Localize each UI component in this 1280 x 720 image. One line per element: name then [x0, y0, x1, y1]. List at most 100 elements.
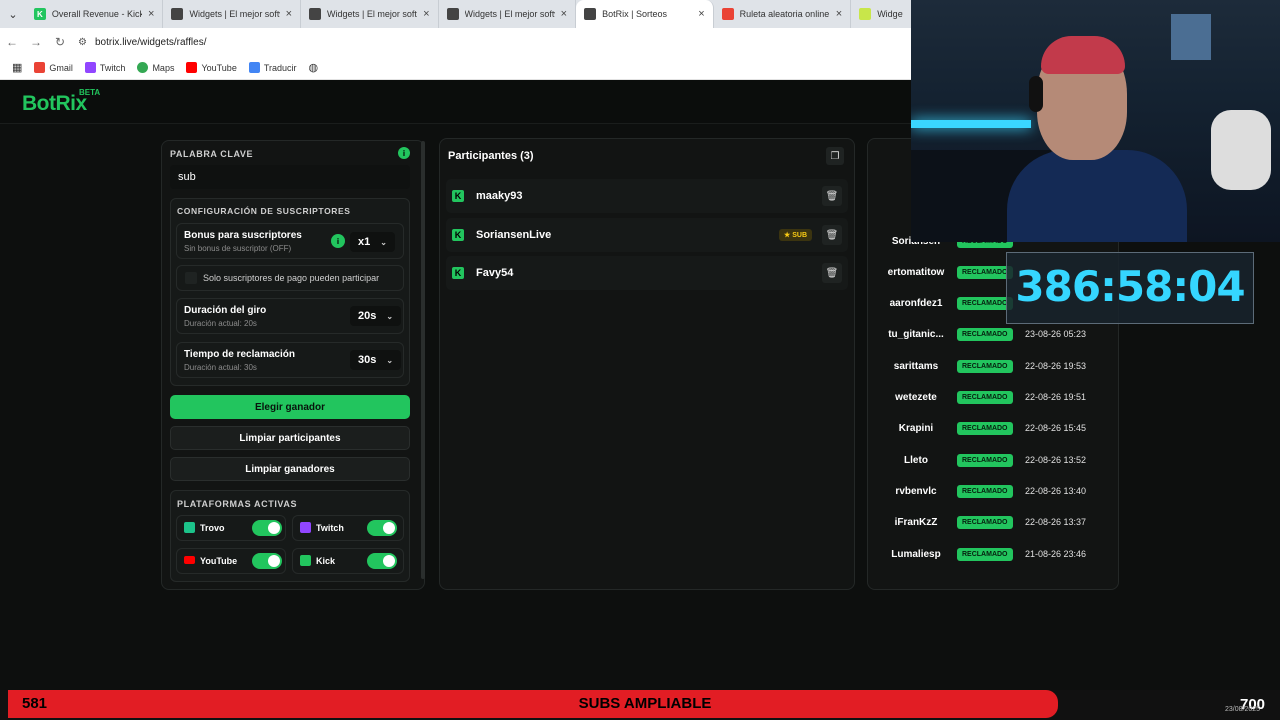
winner-date: 22-08-26 19:51: [1024, 392, 1086, 402]
back-icon[interactable]: ←: [0, 35, 24, 49]
bookmark-translate[interactable]: Traducir: [248, 62, 297, 73]
bonus-text: Bonus para suscriptores Sin bonus de sus…: [184, 230, 302, 253]
twitch-toggle[interactable]: [367, 520, 397, 536]
bonus-select[interactable]: x1 ⌄: [350, 232, 395, 252]
winner-row: Lumaliesp RECLAMADO 21-08-26 23:46: [880, 542, 1100, 566]
participant-row: K SoriansenLive ★ SUB 🗑: [446, 218, 848, 252]
claimed-badge: RECLAMADO: [957, 296, 1013, 310]
winner-name: Lumaliesp: [891, 548, 941, 560]
bookmark-maps[interactable]: Maps: [137, 62, 174, 73]
webcam-detail: [1171, 14, 1211, 60]
claimed-badge: RECLAMADO: [957, 421, 1013, 435]
claimed-badge: RECLAMADO: [957, 547, 1013, 561]
participant-name: Favy54: [476, 267, 514, 279]
bookmark-gmail[interactable]: Gmail: [34, 62, 73, 73]
winner-row: rvbenvlc RECLAMADO 22-08-26 13:40: [880, 479, 1100, 503]
close-icon[interactable]: ×: [423, 8, 429, 20]
webcam-detail: [1211, 110, 1271, 190]
wheel-favicon-icon: [721, 8, 734, 20]
winner-date: 21-08-26 23:46: [1024, 549, 1086, 559]
twitch-icon: [84, 62, 96, 73]
platform-name: Kick: [316, 556, 336, 566]
kick-icon: [300, 555, 311, 566]
participant-name: SoriansenLive: [476, 229, 552, 241]
browser-tab[interactable]: Ruleta aleatoria online - ×: [714, 0, 852, 28]
close-icon[interactable]: ×: [286, 8, 292, 20]
info-icon[interactable]: i: [398, 147, 410, 159]
botrix-favicon-icon: [171, 8, 184, 20]
close-icon[interactable]: ×: [698, 8, 704, 20]
winner-date: 22-08-26 13:37: [1024, 517, 1086, 527]
winner-date: 22-08-26 15:45: [1024, 423, 1086, 433]
spin-duration-select[interactable]: 20s ⌄: [350, 306, 402, 326]
tab-title: Overall Revenue - Kick Da: [51, 9, 142, 19]
botrix-logo[interactable]: BotRix: [22, 92, 87, 116]
kick-icon: K: [452, 190, 464, 202]
webcam-detail: [1041, 36, 1125, 74]
browser-tab[interactable]: Widgets: [851, 0, 911, 28]
claimed-badge: RECLAMADO: [957, 390, 1013, 404]
browser-tab[interactable]: Widgets | El mejor softwa ×: [439, 0, 577, 28]
clear-winners-button[interactable]: Limpiar ganadores: [170, 457, 410, 481]
forward-icon[interactable]: →: [24, 35, 48, 49]
winner-date: 22-08-26 19:53: [1024, 361, 1086, 371]
subs-goal-label: SUBS AMPLIABLE: [578, 695, 712, 712]
winner-row: iFranKzZ RECLAMADO 22-08-26 13:37: [880, 510, 1100, 534]
webcam-detail: [1029, 76, 1043, 112]
browser-tab-active[interactable]: BotRix | Sorteos ×: [576, 0, 714, 28]
tab-title: Widgets | El mejor softwa: [464, 9, 555, 19]
trash-icon[interactable]: 🗑: [822, 263, 842, 283]
winner-row: tu_gitanic... RECLAMADO 23-08-26 05:23: [880, 322, 1100, 346]
winner-date: 22-08-26 13:40: [1024, 486, 1086, 496]
browser-tab[interactable]: K Overall Revenue - Kick Da ×: [26, 0, 164, 28]
bonus-title: Bonus para suscriptores: [184, 230, 302, 241]
close-icon[interactable]: ×: [836, 8, 842, 20]
address-bar: ← → ↻ ⚙ botrix.live/widgets/raffles/: [0, 28, 911, 56]
botrix-favicon-icon: [446, 8, 459, 20]
winner-name: iFranKzZ: [894, 516, 938, 528]
bonus-value: x1: [358, 236, 371, 248]
kick-icon: K: [452, 229, 464, 241]
twitch-icon: [300, 522, 311, 533]
browser-tab[interactable]: Widgets | El mejor softwa ×: [163, 0, 301, 28]
copy-icon[interactable]: ❐: [826, 147, 844, 165]
winner-name: aaronfdez1: [889, 297, 943, 309]
youtube-toggle[interactable]: [252, 553, 282, 569]
trovo-toggle[interactable]: [252, 520, 282, 536]
browser-tab[interactable]: Widgets | El mejor softwa ×: [301, 0, 439, 28]
close-icon[interactable]: ×: [148, 8, 154, 20]
participant-name: maaky93: [476, 190, 523, 202]
claim-subtitle: Duración actual: 30s: [184, 363, 257, 372]
reload-icon[interactable]: ↻: [48, 35, 72, 49]
bookmark-youtube[interactable]: YouTube: [186, 62, 237, 73]
browser-tab-strip: ⌄ K Overall Revenue - Kick Da × Widgets …: [0, 0, 911, 28]
globe-icon[interactable]: ◍: [309, 61, 319, 74]
bonus-info-icon[interactable]: i: [331, 234, 345, 248]
winner-date: 23-08-26 05:23: [1024, 329, 1086, 339]
site-settings-icon[interactable]: ⚙: [78, 37, 87, 48]
botrix-favicon-icon: [309, 8, 321, 20]
bookmark-twitch[interactable]: Twitch: [84, 62, 125, 73]
trash-icon[interactable]: 🗑: [822, 186, 842, 206]
url-field[interactable]: ⚙ botrix.live/widgets/raffles/: [78, 37, 207, 48]
spin-value: 20s: [358, 310, 377, 322]
tab-title: Widgets: [877, 9, 903, 19]
claim-time-select[interactable]: 30s ⌄: [350, 350, 402, 370]
settings-scrollbar[interactable]: [421, 141, 425, 579]
participant-row: K maaky93 🗑: [446, 179, 848, 213]
keyword-input[interactable]: sub: [170, 165, 410, 189]
apps-icon[interactable]: ▦: [12, 61, 22, 74]
winner-row: wetezete RECLAMADO 22-08-26 19:51: [880, 385, 1100, 409]
sub-badge-text: SUB: [792, 232, 807, 239]
tab-title: Widgets | El mejor softwa: [189, 9, 280, 19]
youtube-icon: [184, 556, 195, 564]
paid-only-checkbox[interactable]: [185, 272, 197, 284]
claim-title: Tiempo de reclamación: [184, 349, 295, 360]
pick-winner-button[interactable]: Elegir ganador: [170, 395, 410, 419]
close-icon[interactable]: ×: [561, 8, 567, 20]
clear-participants-button[interactable]: Limpiar participantes: [170, 426, 410, 450]
trash-icon[interactable]: 🗑: [822, 225, 842, 245]
gmail-icon: [34, 62, 46, 73]
kick-toggle[interactable]: [367, 553, 397, 569]
tab-search-icon[interactable]: ⌄: [0, 0, 26, 28]
